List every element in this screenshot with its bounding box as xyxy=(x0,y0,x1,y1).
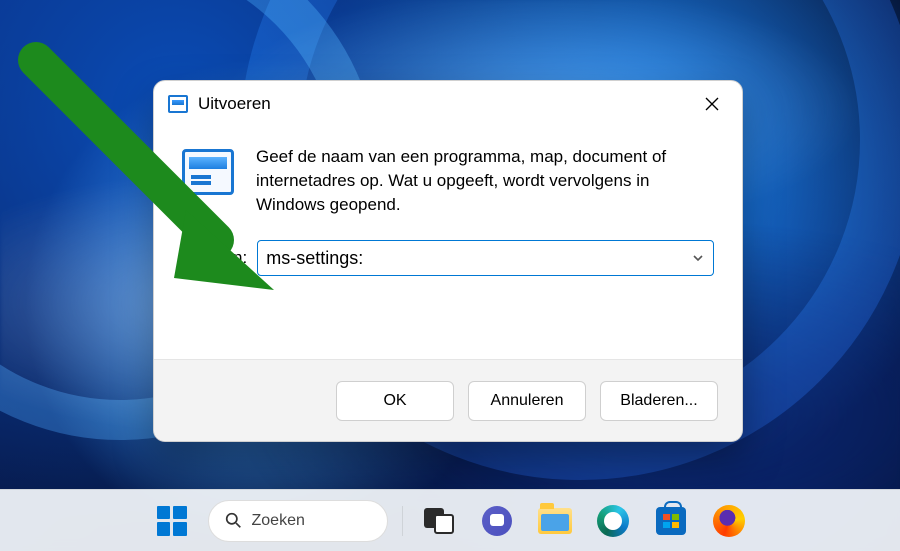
firefox-icon xyxy=(713,505,745,537)
ok-button[interactable]: OK xyxy=(336,381,454,421)
search-icon xyxy=(225,512,242,529)
task-view-button[interactable] xyxy=(417,499,461,543)
run-icon xyxy=(168,95,188,113)
edge-icon xyxy=(597,505,629,537)
window-title: Uitvoeren xyxy=(198,94,271,114)
dialog-message: Geef de naam van een programma, map, doc… xyxy=(256,145,714,216)
command-combobox[interactable] xyxy=(257,240,714,276)
taskbar-divider xyxy=(402,506,403,536)
open-label: Openen: xyxy=(182,248,247,268)
taskbar-search[interactable]: Zoeken xyxy=(208,500,388,542)
run-dialog: Uitvoeren Geef de naam van een programma… xyxy=(153,80,743,442)
browse-button[interactable]: Bladeren... xyxy=(600,381,718,421)
dialog-body: Geef de naam van een programma, map, doc… xyxy=(154,127,742,359)
desktop: Uitvoeren Geef de naam van een programma… xyxy=(0,0,900,551)
chat-button[interactable] xyxy=(475,499,519,543)
store-icon xyxy=(656,507,686,535)
run-icon xyxy=(182,149,234,195)
start-button[interactable] xyxy=(150,499,194,543)
titlebar: Uitvoeren xyxy=(154,81,742,127)
close-button[interactable] xyxy=(688,86,736,122)
dialog-footer: OK Annuleren Bladeren... xyxy=(154,359,742,441)
edge-button[interactable] xyxy=(591,499,635,543)
cancel-button[interactable]: Annuleren xyxy=(468,381,586,421)
taskbar: Zoeken xyxy=(0,489,900,551)
file-explorer-button[interactable] xyxy=(533,499,577,543)
chevron-down-icon xyxy=(691,251,705,265)
folder-icon xyxy=(538,508,572,534)
microsoft-store-button[interactable] xyxy=(649,499,693,543)
close-icon xyxy=(705,97,719,111)
task-view-icon xyxy=(424,508,454,534)
windows-logo-icon xyxy=(157,506,187,536)
search-placeholder: Zoeken xyxy=(252,512,305,530)
command-input[interactable] xyxy=(266,248,691,269)
firefox-button[interactable] xyxy=(707,499,751,543)
chat-icon xyxy=(482,506,512,536)
